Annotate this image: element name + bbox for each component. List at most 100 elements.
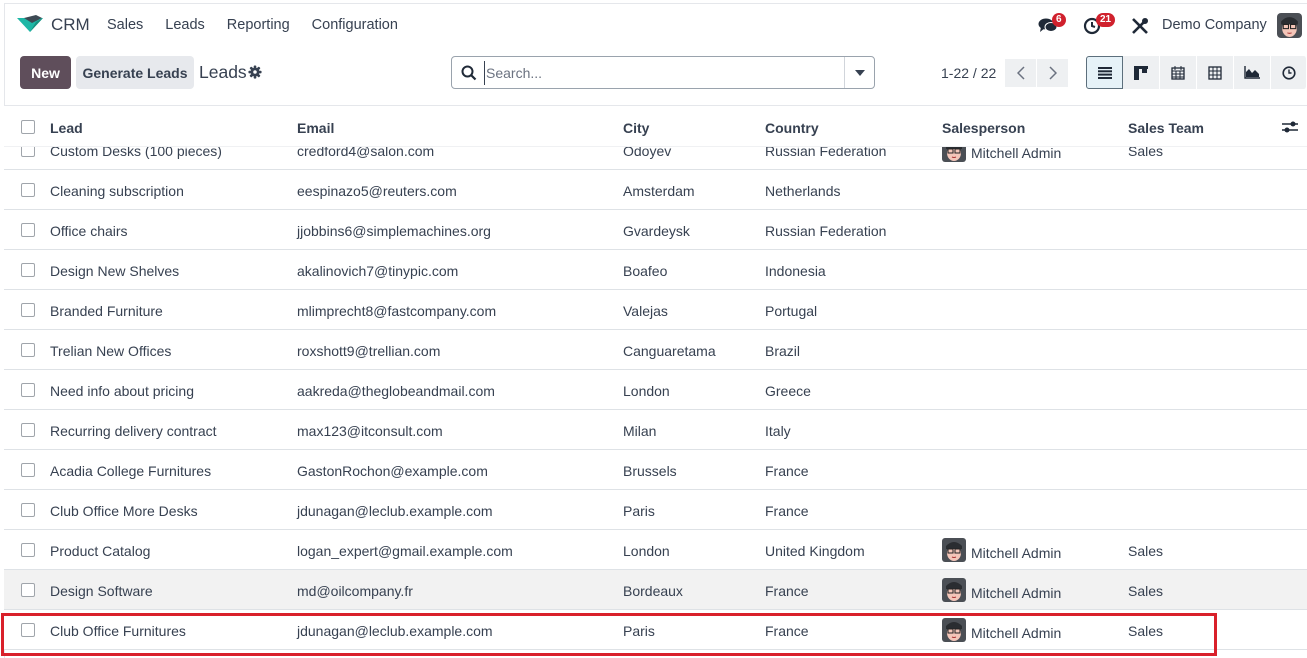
view-activity-button[interactable] — [1271, 56, 1307, 89]
search-input[interactable] — [484, 61, 842, 85]
menu-reporting[interactable]: Reporting — [227, 17, 290, 33]
row-checkbox[interactable] — [21, 303, 35, 317]
lead-name: Design New Shelves — [50, 263, 180, 279]
pager-previous-button[interactable] — [1005, 59, 1036, 87]
lead-email: akalinovich7@tinypic.com — [297, 263, 459, 279]
table-row[interactable]: Club Office More Desks jdunagan@leclub.e… — [4, 490, 1307, 530]
menu-sales[interactable]: Sales — [107, 17, 143, 33]
table-row[interactable]: Club Office Furnitures jdunagan@leclub.e… — [4, 610, 1307, 650]
lead-city: Valejas — [623, 303, 668, 319]
caret-down-icon — [854, 69, 865, 76]
lead-city: Paris — [623, 503, 655, 519]
lead-country: France — [765, 503, 809, 519]
lead-country: Greece — [765, 383, 811, 399]
row-checkbox[interactable] — [21, 503, 35, 517]
new-button[interactable]: New — [20, 56, 71, 89]
lead-email: roxshott9@trellian.com — [297, 343, 441, 359]
row-checkbox[interactable] — [21, 423, 35, 437]
row-checkbox[interactable] — [21, 263, 35, 277]
row-checkbox[interactable] — [21, 463, 35, 477]
table-row[interactable]: Design New Shelves akalinovich7@tinypic.… — [4, 250, 1307, 290]
table-row[interactable]: Product Catalog logan_expert@gmail.examp… — [4, 530, 1307, 570]
lead-name: Design Software — [50, 583, 153, 599]
row-checkbox[interactable] — [21, 183, 35, 197]
lead-name: Product Catalog — [50, 543, 151, 559]
generate-leads-button[interactable]: Generate Leads — [76, 56, 194, 89]
row-checkbox[interactable] — [21, 623, 35, 637]
activities-button[interactable]: 21 — [1083, 13, 1119, 36]
table-header: Lead Email City Country Salesperson Sale… — [4, 106, 1307, 146]
view-calendar-button[interactable] — [1160, 56, 1197, 89]
column-country[interactable]: Country — [765, 120, 819, 136]
pivot-table-icon — [1208, 65, 1222, 80]
table-row[interactable]: Branded Furniture mlimprecht8@fastcompan… — [4, 290, 1307, 330]
view-graph-button[interactable] — [1234, 56, 1271, 89]
column-sales-team[interactable]: Sales Team — [1128, 120, 1204, 136]
row-checkbox[interactable] — [21, 343, 35, 357]
lead-country: France — [765, 583, 809, 599]
lead-name: Branded Furniture — [50, 303, 163, 319]
page-title: Leads — [199, 62, 247, 82]
column-city[interactable]: City — [623, 120, 649, 136]
lead-city: Boafeo — [623, 263, 668, 279]
settings-tools-icon[interactable] — [1131, 17, 1149, 35]
search-options-toggle[interactable] — [844, 57, 874, 88]
lead-country: Brazil — [765, 343, 801, 359]
view-kanban-button[interactable] — [1123, 56, 1160, 89]
table-row[interactable]: Office chairs jjobbins6@simplemachines.o… — [4, 210, 1307, 250]
table-row[interactable]: Cleaning subscription eespinazo5@reuters… — [4, 170, 1307, 210]
crm-logo-icon[interactable] — [16, 14, 44, 34]
lead-city: Brussels — [623, 463, 677, 479]
column-email[interactable]: Email — [297, 120, 334, 136]
table-row[interactable]: Design Software md@oilcompany.fr Bordeau… — [4, 570, 1307, 610]
lead-name: Acadia College Furnitures — [50, 463, 212, 479]
lead-country: Indonesia — [765, 263, 826, 279]
view-pivot-button[interactable] — [1197, 56, 1234, 89]
lead-salesperson: Mitchell Admin — [942, 538, 1061, 562]
messages-button[interactable]: 6 — [1038, 13, 1068, 36]
table-row[interactable]: Need info about pricing aakreda@theglobe… — [4, 370, 1307, 410]
column-salesperson[interactable]: Salesperson — [942, 120, 1025, 136]
lead-country: Russian Federation — [765, 223, 887, 239]
menu-leads[interactable]: Leads — [165, 17, 205, 33]
lead-country: Netherlands — [765, 183, 841, 199]
chevron-left-icon — [1016, 66, 1025, 80]
area-chart-icon — [1244, 66, 1260, 79]
row-checkbox[interactable] — [21, 543, 35, 557]
menu-configuration[interactable]: Configuration — [312, 17, 398, 33]
select-all-checkbox[interactable] — [21, 120, 35, 134]
lead-country: United Kingdom — [765, 543, 865, 559]
pager-value[interactable]: 1-22 / 22 — [941, 65, 996, 81]
lead-name: Recurring delivery contract — [50, 423, 217, 439]
lead-email: mlimprecht8@fastcompany.com — [297, 303, 497, 319]
lead-city: Amsterdam — [623, 183, 695, 199]
lead-salesperson: Mitchell Admin — [942, 578, 1061, 602]
salesperson-avatar — [942, 578, 966, 602]
chevron-right-icon — [1048, 66, 1057, 80]
lead-city: Milan — [623, 423, 657, 439]
table-row[interactable]: Trelian New Offices roxshott9@trellian.c… — [4, 330, 1307, 370]
lead-email: md@oilcompany.fr — [297, 583, 413, 599]
salesperson-name: Mitchell Admin — [971, 624, 1062, 641]
app-name[interactable]: CRM — [51, 15, 90, 35]
lead-name: Trelian New Offices — [50, 343, 172, 359]
optional-columns-icon[interactable] — [1282, 120, 1298, 134]
column-lead[interactable]: Lead — [50, 120, 83, 136]
lead-email: jdunagan@leclub.example.com — [297, 623, 493, 639]
row-checkbox[interactable] — [21, 583, 35, 597]
row-checkbox[interactable] — [21, 383, 35, 397]
table-row[interactable]: Recurring delivery contract max123@itcon… — [4, 410, 1307, 450]
gear-icon[interactable] — [248, 65, 262, 79]
view-list-button[interactable] — [1086, 56, 1123, 89]
table-row[interactable]: Acadia College Furnitures GastonRochon@e… — [4, 450, 1307, 490]
lead-name: Office chairs — [50, 223, 128, 239]
kanban-icon — [1134, 65, 1148, 80]
lead-email: jdunagan@leclub.example.com — [297, 503, 493, 519]
lead-name: Cleaning subscription — [50, 183, 184, 199]
user-avatar[interactable] — [1277, 13, 1302, 38]
row-checkbox[interactable] — [21, 223, 35, 237]
view-switcher — [1086, 56, 1307, 89]
pager-next-button[interactable] — [1037, 59, 1068, 87]
lead-city: London — [623, 543, 670, 559]
company-switcher[interactable]: Demo Company — [1162, 17, 1267, 33]
